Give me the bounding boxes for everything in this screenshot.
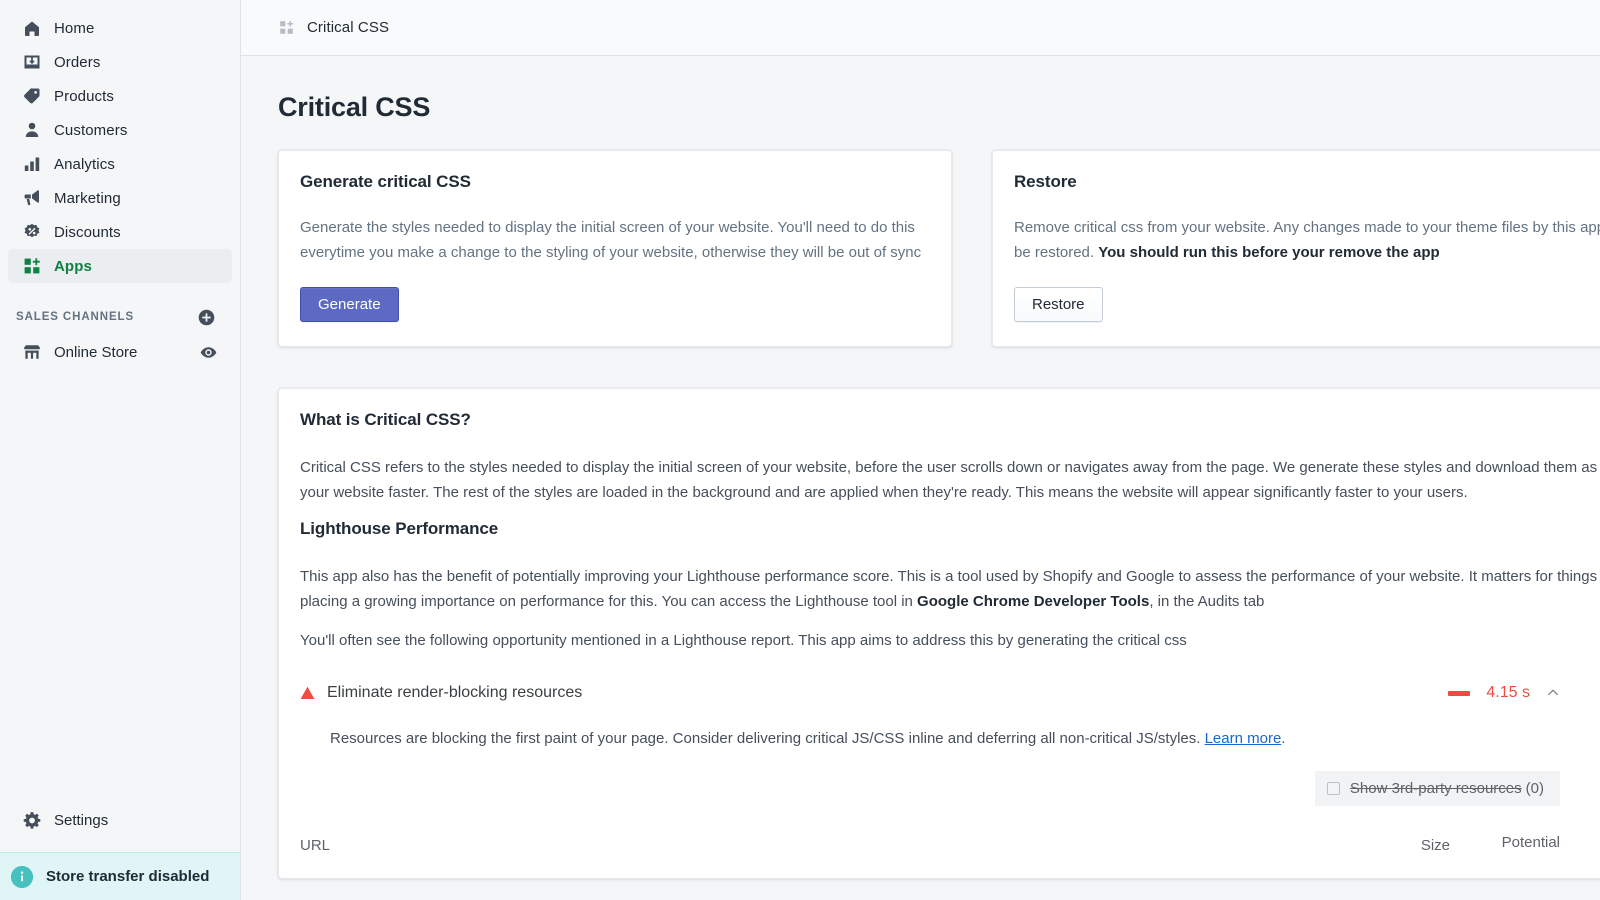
generate-card-title: Generate critical CSS [300,172,930,192]
learn-more-link[interactable]: Learn more [1205,730,1282,747]
sidebar-item-products[interactable]: Products [8,79,232,113]
sidebar-item-label: Marketing [54,190,121,207]
info-paragraph-2: This app also has the benefit of potenti… [300,564,1600,614]
resources-table-header: URL Size Potential [300,832,1560,854]
sales-channels-title: SALES CHANNELS [16,311,134,323]
audit-description: Resources are blocking the first paint o… [330,726,1230,751]
app-topbar: Critical CSS [241,0,1600,56]
eye-icon[interactable] [198,342,218,362]
show-3rd-party-label: Show 3rd-party resources [1350,780,1522,797]
sidebar-item-label: Orders [54,54,100,71]
sidebar-item-marketing[interactable]: Marketing [8,181,232,215]
audit-description-part1: Resources are blocking the first paint o… [330,730,1205,747]
sidebar-item-label: Discounts [54,224,121,241]
plus-circle-icon[interactable] [196,307,216,327]
info-circle-icon [11,866,33,888]
app-topbar-title: Critical CSS [307,19,389,36]
warning-triangle-icon [300,686,315,700]
sidebar-item-label: Apps [54,258,92,275]
table-header-url: URL [300,837,1330,854]
sidebar-item-label: Analytics [54,156,115,173]
sidebar-item-discounts[interactable]: Discounts [8,215,232,249]
audit-severity-dash-icon [1448,691,1470,696]
storefront-icon [22,342,42,362]
audit-metric-value: 4.15 s [1486,684,1530,702]
show-3rd-party-count: (0) [1526,780,1544,797]
customers-person-icon [22,120,42,140]
main-region: Critical CSS Critical CSS Generate criti… [241,0,1600,900]
sidebar-footer: Settings Store transfer disabled [0,800,240,900]
app-root: Home Orders [0,0,1600,900]
show-3rd-party-checkbox[interactable] [1327,782,1340,795]
sidebar-item-analytics[interactable]: Analytics [8,147,232,181]
page-title: Critical CSS [278,92,1600,123]
sidebar-item-apps[interactable]: Apps [8,249,232,283]
audit-metric: 4.15 s [1448,684,1560,702]
sidebar-item-online-store[interactable]: Online Store [8,335,232,369]
sidebar-item-label: Online Store [54,344,198,361]
sidebar-item-orders[interactable]: Orders [8,45,232,79]
store-transfer-banner-label: Store transfer disabled [46,868,209,885]
info-paragraph-3: You'll often see the following opportuni… [300,628,1600,653]
sidebar-item-customers[interactable]: Customers [8,113,232,147]
restore-description-bold: You should run this before your remove t… [1098,244,1439,261]
sidebar-item-label: Products [54,88,114,105]
discounts-badge-icon [22,222,42,242]
home-icon [22,18,42,38]
audit-header-row[interactable]: Eliminate render-blocking resources 4.15… [300,679,1560,707]
store-transfer-banner[interactable]: Store transfer disabled [0,852,240,900]
info-paragraph-2-bold: Google Chrome Developer Tools [917,593,1149,610]
sidebar-main-nav: Home Orders [0,0,240,283]
gear-icon [22,810,42,830]
info-paragraph-1: Critical CSS refers to the styles needed… [300,455,1600,505]
info-paragraph-2-part2: , in the Audits tab [1149,593,1264,610]
sidebar-item-label: Home [54,20,94,37]
restore-card-description: Remove critical css from your website. A… [1014,215,1600,265]
generate-critical-css-card: Generate critical CSS Generate the style… [278,150,952,347]
audit-description-part2: . [1281,730,1285,747]
orders-icon [22,52,42,72]
third-party-filter-bar: Show 3rd-party resources (0) [300,771,1560,806]
sales-channels-header: SALES CHANNELS [8,305,232,329]
info-card-heading: What is Critical CSS? [300,410,1600,430]
audit-title: Eliminate render-blocking resources [327,684,1448,702]
what-is-critical-css-card: What is Critical CSS? Critical CSS refer… [278,388,1600,879]
apps-grid-plus-icon [22,256,42,276]
third-party-filter[interactable]: Show 3rd-party resources (0) [1315,771,1560,806]
restore-card: Restore Remove critical css from your we… [992,150,1600,347]
lighthouse-performance-subheading: Lighthouse Performance [300,519,1600,539]
sidebar-item-settings[interactable]: Settings [8,800,232,840]
products-tag-icon [22,86,42,106]
sidebar-item-label: Customers [54,122,127,139]
restore-button[interactable]: Restore [1014,287,1103,322]
analytics-bars-icon [22,154,42,174]
sidebar-item-label: Settings [54,812,108,829]
chevron-up-icon[interactable] [1546,686,1560,700]
top-card-row: Generate critical CSS Generate the style… [278,150,1600,347]
sidebar-item-home[interactable]: Home [8,11,232,45]
table-header-size: Size [1330,837,1450,854]
apps-grid-plus-icon [278,19,295,36]
table-header-potential: Potential [1450,832,1560,854]
marketing-megaphone-icon [22,188,42,208]
sidebar: Home Orders [0,0,241,900]
lighthouse-audit-block: Eliminate render-blocking resources 4.15… [300,679,1560,854]
restore-card-title: Restore [1014,172,1600,192]
generate-card-description: Generate the styles needed to display th… [300,215,930,265]
generate-button[interactable]: Generate [300,287,399,322]
page-content: Critical CSS Generate critical CSS Gener… [241,56,1600,900]
